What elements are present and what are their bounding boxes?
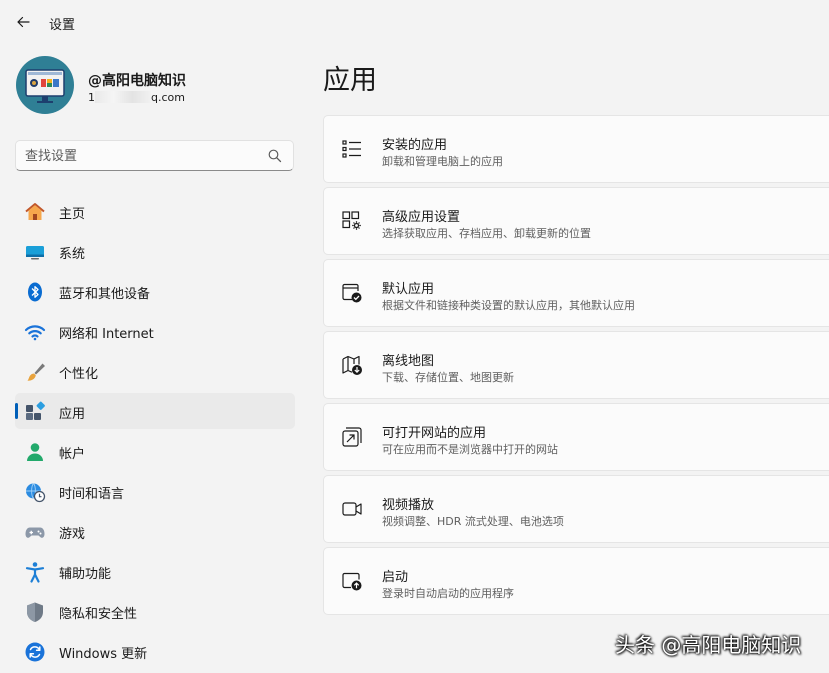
card-title: 启动 (382, 570, 409, 585)
sidebar-item-personalization[interactable]: 个性化 (15, 353, 295, 389)
sidebar-item-label: 时间和语言 (59, 487, 125, 502)
card-title: 可打开网站的应用 (382, 426, 487, 441)
sidebar-item-label: 应用 (59, 407, 86, 422)
back-arrow-icon (17, 16, 30, 28)
card-apps-for-websites[interactable]: 可打开网站的应用 可在应用而不是浏览器中打开的网站 (323, 403, 829, 471)
card-subtitle: 视频调整、HDR 流式处理、电池选项 (382, 515, 564, 528)
selection-indicator (15, 403, 18, 419)
sidebar-item-accounts[interactable]: 帐户 (15, 433, 295, 469)
shield-icon (27, 602, 43, 622)
card-title: 高级应用设置 (382, 210, 461, 225)
home-icon (25, 203, 45, 220)
list-icon (342, 140, 361, 158)
monitor-icon (26, 246, 44, 260)
sidebar-item-label: 网络和 Internet (59, 327, 154, 342)
settings-cards: 安装的应用 卸载和管理电脑上的应用 高级应用设置 选择获取应用、存档应用、卸载更… (323, 115, 829, 619)
sidebar-item-home[interactable]: 主页 (15, 193, 295, 229)
video-icon (342, 502, 362, 516)
app-settings-icon (342, 211, 361, 230)
back-button[interactable] (10, 9, 36, 35)
sidebar-item-windows-update[interactable]: Windows 更新 (15, 633, 295, 669)
card-subtitle: 登录时自动启动的应用程序 (382, 587, 514, 600)
card-subtitle: 根据文件和链接种类设置的默认应用，其他默认应用 (382, 299, 635, 312)
sidebar-item-label: 帐户 (59, 447, 86, 462)
card-advanced-app-settings[interactable]: 高级应用设置 选择获取应用、存档应用、卸载更新的位置 (323, 187, 829, 255)
sidebar-item-label: 游戏 (59, 527, 86, 542)
window-title: 设置 (49, 18, 76, 33)
sidebar-item-network[interactable]: 网络和 Internet (15, 313, 295, 349)
card-subtitle: 卸载和管理电脑上的应用 (382, 155, 503, 168)
profile-name: @高阳电脑知识 (88, 73, 186, 89)
card-title: 视频播放 (382, 498, 435, 513)
sidebar-item-label: 个性化 (59, 367, 99, 382)
wifi-icon (24, 325, 46, 341)
sidebar-item-apps[interactable]: 应用 (15, 393, 295, 429)
title-bar: 设置 (0, 0, 829, 44)
card-default-apps[interactable]: 默认应用 根据文件和链接种类设置的默认应用，其他默认应用 (323, 259, 829, 327)
card-subtitle: 选择获取应用、存档应用、卸载更新的位置 (382, 227, 591, 240)
search-box[interactable] (15, 140, 294, 171)
user-profile: @高阳电脑知识 1 q.com (16, 56, 296, 116)
sidebar-item-label: 隐私和安全性 (59, 607, 138, 622)
card-title: 默认应用 (382, 282, 435, 297)
sidebar-item-label: 辅助功能 (59, 567, 112, 582)
email-redaction (95, 91, 151, 103)
startup-icon (342, 572, 362, 591)
sidebar-nav: 主页 系统 蓝牙和其他设备 网络和 Internet 个性化 应用 帐户 时间和… (15, 193, 295, 673)
gamepad-icon (25, 527, 45, 538)
email-prefix: 1 (88, 91, 95, 104)
profile-email: 1 q.com (88, 91, 185, 104)
card-title: 安装的应用 (382, 138, 448, 153)
apps-icon (26, 401, 45, 420)
search-icon[interactable] (267, 148, 283, 164)
card-offline-maps[interactable]: 离线地图 下载、存储位置、地图更新 (323, 331, 829, 399)
map-download-icon (342, 355, 362, 375)
sidebar-item-label: 主页 (59, 207, 86, 222)
card-subtitle: 下载、存储位置、地图更新 (382, 371, 514, 384)
sidebar-item-gaming[interactable]: 游戏 (15, 513, 295, 549)
brush-icon (27, 363, 45, 381)
sidebar-item-privacy[interactable]: 隐私和安全性 (15, 593, 295, 629)
default-app-icon (342, 283, 362, 303)
email-suffix: q.com (151, 91, 185, 104)
page-title: 应用 (323, 65, 377, 96)
sidebar-item-time-language[interactable]: 时间和语言 (15, 473, 295, 509)
sidebar-item-accessibility[interactable]: 辅助功能 (15, 553, 295, 589)
update-icon (25, 642, 45, 662)
globe-clock-icon (26, 483, 46, 503)
accessibility-icon (25, 562, 45, 583)
avatar[interactable] (16, 56, 74, 114)
sidebar-item-bluetooth[interactable]: 蓝牙和其他设备 (15, 273, 295, 309)
sidebar-item-label: Windows 更新 (59, 647, 148, 662)
card-startup[interactable]: 启动 登录时自动启动的应用程序 (323, 547, 829, 615)
sidebar-item-label: 系统 (59, 247, 86, 262)
sidebar-item-system[interactable]: 系统 (15, 233, 295, 269)
open-external-icon (342, 427, 362, 447)
card-installed-apps[interactable]: 安装的应用 卸载和管理电脑上的应用 (323, 115, 829, 183)
person-icon (27, 443, 43, 461)
sidebar-item-label: 蓝牙和其他设备 (59, 287, 151, 302)
card-title: 离线地图 (382, 354, 435, 369)
card-subtitle: 可在应用而不是浏览器中打开的网站 (382, 443, 558, 456)
card-video-playback[interactable]: 视频播放 视频调整、HDR 流式处理、电池选项 (323, 475, 829, 543)
bluetooth-icon (28, 282, 42, 302)
search-input[interactable] (25, 147, 255, 165)
watermark: 头条 @高阳电脑知识 (615, 633, 802, 657)
